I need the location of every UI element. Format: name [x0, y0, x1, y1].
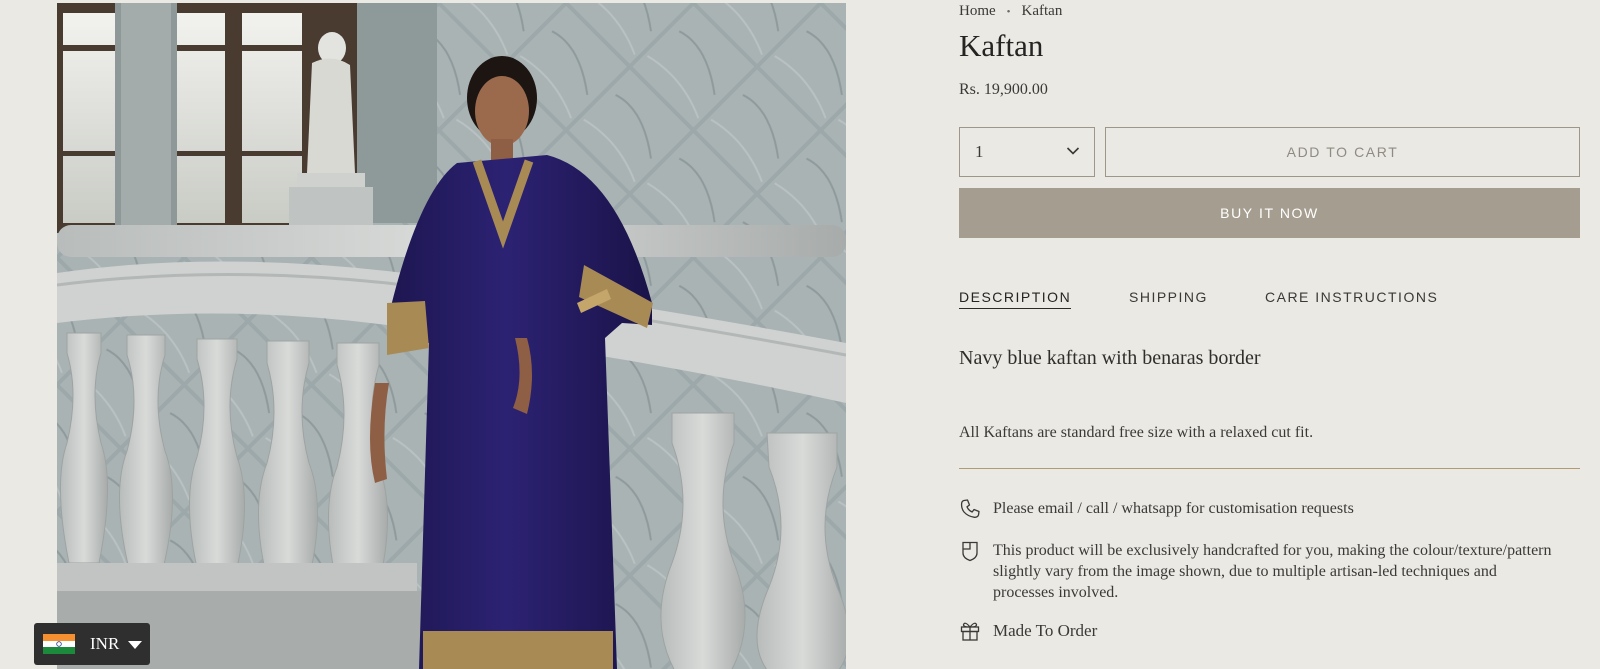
- breadcrumb: Home • Kaftan: [959, 3, 1062, 20]
- description-note: All Kaftans are standard free size with …: [959, 424, 1314, 441]
- description-headline: Navy blue kaftan with benaras border: [959, 347, 1261, 369]
- feature-customisation: Please email / call / whatsapp for custo…: [959, 498, 1553, 520]
- product-title: Kaftan: [959, 28, 1044, 63]
- product-photo: [57, 3, 846, 669]
- tab-description[interactable]: DESCRIPTION: [959, 289, 1072, 309]
- divider: [959, 468, 1580, 469]
- tab-shipping[interactable]: SHIPPING: [1129, 289, 1208, 308]
- phone-icon: [960, 499, 980, 518]
- feature-text: Please email / call / whatsapp for custo…: [993, 500, 1354, 517]
- tab-care-instructions[interactable]: CARE INSTRUCTIONS: [1265, 289, 1438, 308]
- product-price: Rs. 19,900.00: [959, 81, 1048, 98]
- gift-icon: [960, 622, 980, 641]
- currency-code: INR: [90, 634, 120, 653]
- product-image[interactable]: [57, 3, 846, 669]
- buy-now-button[interactable]: BUY IT NOW: [959, 188, 1580, 238]
- tag-icon: [962, 541, 978, 562]
- india-flag-icon: [43, 634, 75, 654]
- currency-selector[interactable]: INR: [34, 623, 150, 665]
- breadcrumb-current: Kaftan: [1021, 3, 1063, 19]
- breadcrumb-home[interactable]: Home: [959, 3, 996, 20]
- caret-down-icon: [128, 641, 143, 649]
- quantity-value: 1: [975, 142, 984, 161]
- breadcrumb-separator: •: [1006, 5, 1011, 18]
- feature-text: Made To Order: [993, 621, 1098, 640]
- feature-text: This product will be exclusively handcra…: [993, 542, 1552, 601]
- chevron-down-icon: [1066, 147, 1080, 155]
- quantity-select[interactable]: 1: [959, 127, 1095, 177]
- feature-made-to-order: Made To Order: [959, 620, 1553, 642]
- feature-handcrafted: This product will be exclusively handcra…: [959, 540, 1553, 603]
- add-to-cart-button[interactable]: ADD TO CART: [1105, 127, 1580, 177]
